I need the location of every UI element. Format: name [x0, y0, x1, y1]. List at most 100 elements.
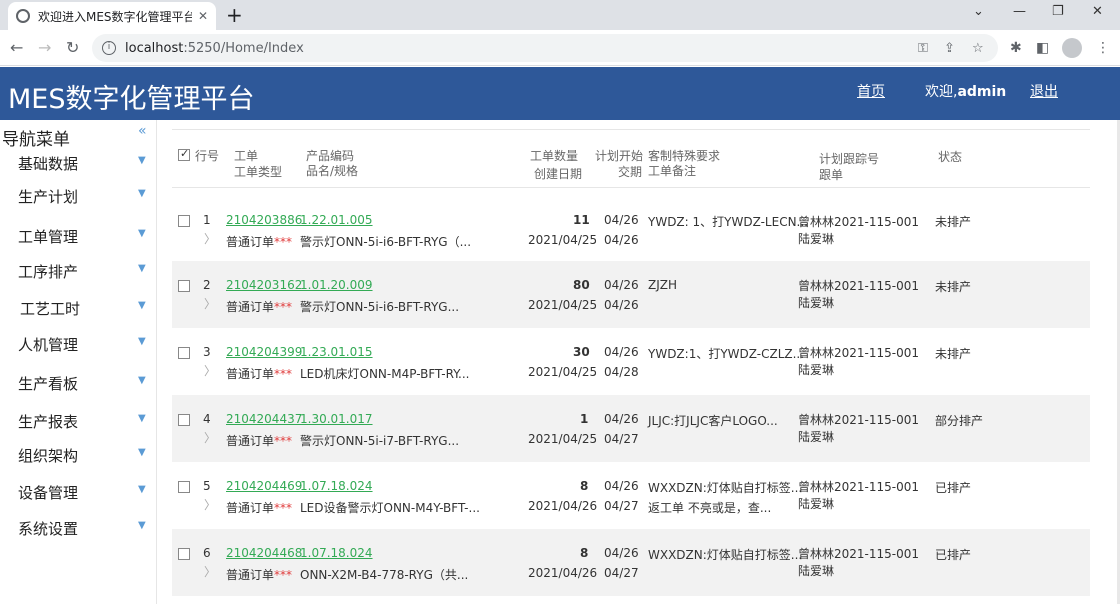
sidebar-item-label: 生产报表 [18, 413, 79, 431]
sidebar-item-label: 组织架构 [18, 447, 79, 465]
key-icon[interactable]: ⚿ [918, 41, 928, 56]
sidebar-title: 导航菜单 [2, 130, 70, 150]
sidebar-item-label: 基础数据 [18, 155, 79, 173]
row-number: 5 [203, 479, 211, 493]
row-checkbox[interactable] [178, 548, 190, 560]
sidebar-item-organization[interactable]: 组织架构 ▼ [0, 445, 157, 469]
product-code-link[interactable]: 1.01.20.009 [300, 278, 373, 292]
order-link[interactable]: 2104204399 [226, 345, 302, 359]
logout-link[interactable]: 退出 [1030, 81, 1058, 101]
browser-tab[interactable]: 欢迎进入MES数字化管理平台 ✕ [8, 2, 216, 30]
work-order-table: 行号 工单 工单类型 产品编码 品名/规格 工单数量 创建日期 计划开始 交期 … [172, 129, 1090, 604]
row-checkbox[interactable] [178, 347, 190, 359]
delivery-date: 04/27 [604, 432, 639, 446]
side-panel-icon[interactable]: ◧ [1036, 40, 1049, 56]
sidebar-item-reports[interactable]: 生产报表 ▼ [0, 411, 157, 435]
order-link[interactable]: 2104203162 [226, 278, 302, 292]
table-row[interactable]: 4 〉 2104204437 普通订单*** 1.30.01.017 警示灯ON… [172, 395, 1090, 462]
product-code-link[interactable]: 1.30.01.017 [300, 412, 373, 426]
window-close-icon[interactable]: ✕ [1092, 4, 1103, 19]
extensions-icon[interactable]: ✱ [1010, 40, 1022, 56]
expand-chevron-icon[interactable]: 〉 [204, 563, 216, 580]
share-icon[interactable]: ⇪ [944, 41, 955, 56]
expand-chevron-icon[interactable]: 〉 [204, 295, 216, 312]
sidebar-item-settings[interactable]: 系统设置 ▼ [0, 518, 157, 542]
order-qty: 8 [580, 546, 589, 560]
back-icon[interactable]: ← [10, 38, 23, 57]
table-row[interactable]: 5 〉 2104204469 普通订单*** 1.07.18.024 LED设备… [172, 462, 1090, 529]
table-row[interactable]: 3 〉 2104204399 普通订单*** 1.23.01.015 LED机床… [172, 328, 1090, 395]
created-date: 2021/04/25 [528, 365, 598, 379]
expand-chevron-icon[interactable]: 〉 [204, 429, 216, 446]
sidebar-item-process-hours[interactable]: 工艺工时 ▼ [0, 298, 157, 322]
sidebar-item-production-plan[interactable]: 生产计划 ▼ [0, 186, 157, 210]
bookmark-star-icon[interactable]: ☆ [972, 41, 984, 56]
order-type: 普通订单*** [226, 233, 292, 250]
product-code-link[interactable]: 1.23.01.015 [300, 345, 373, 359]
sidebar-item-man-machine[interactable]: 人机管理 ▼ [0, 334, 157, 358]
table-row[interactable]: 2 〉 2104203162 普通订单*** 1.01.20.009 警示灯ON… [172, 261, 1090, 328]
order-link[interactable]: 2104204437 [226, 412, 302, 426]
col-tracking: 计划跟踪号 [819, 152, 880, 166]
row-checkbox[interactable] [178, 414, 190, 426]
row-number: 1 [203, 213, 211, 227]
welcome-prefix: 欢迎, [925, 84, 958, 100]
order-qty: 1 [580, 412, 589, 426]
chevron-down-icon: ▼ [138, 155, 146, 166]
sidebar-item-scheduling[interactable]: 工序排产 ▼ [0, 261, 157, 285]
product-code-link[interactable]: 1.07.18.024 [300, 479, 373, 493]
sidebar-item-basic-data[interactable]: 基础数据 ▼ [0, 153, 157, 177]
sidebar-item-label: 生产计划 [18, 188, 79, 206]
order-type: 普通订单*** [226, 499, 292, 516]
sidebar-item-dashboard[interactable]: 生产看板 ▼ [0, 373, 157, 397]
table-row[interactable]: 1 〉 2104203886 普通订单*** 1.22.01.005 警示灯ON… [172, 194, 1090, 261]
row-checkbox[interactable] [178, 481, 190, 493]
chevron-down-icon: ▼ [138, 484, 146, 495]
address-bar[interactable]: i localhost:5250/Home/Index ⚿ ⇪ ☆ [92, 34, 998, 62]
sidebar-item-label: 人机管理 [18, 336, 79, 354]
new-tab-button[interactable]: + [226, 3, 243, 27]
row-checkbox[interactable] [178, 280, 190, 292]
product-code-link[interactable]: 1.22.01.005 [300, 213, 373, 227]
collapse-sidebar-icon[interactable]: « [138, 123, 147, 139]
menu-kebab-icon[interactable]: ⋮ [1096, 40, 1110, 56]
delivery-date: 04/27 [604, 499, 639, 513]
required-mark: *** [274, 367, 293, 381]
expand-chevron-icon[interactable]: 〉 [204, 362, 216, 379]
special-requirement: YWDZ:1、打YWDZ-CZLZ... [648, 347, 805, 361]
tab-search-icon[interactable]: ⌄ [973, 4, 984, 19]
expand-chevron-icon[interactable]: 〉 [204, 230, 216, 247]
special-requirement: JLJC:打JLJC客户LOGO... [648, 414, 778, 428]
forward-icon[interactable]: → [38, 38, 51, 57]
status-text: 未排产 [935, 280, 972, 294]
chevron-down-icon: ▼ [138, 520, 146, 531]
product-code-link[interactable]: 1.07.18.024 [300, 546, 373, 560]
sidebar-item-equipment[interactable]: 设备管理 ▼ [0, 482, 157, 506]
main-content: 行号 工单 工单类型 产品编码 品名/规格 工单数量 创建日期 计划开始 交期 … [157, 120, 1120, 604]
order-link[interactable]: 2104203886 [226, 213, 302, 227]
globe-icon [16, 9, 30, 23]
chevron-down-icon: ▼ [138, 263, 146, 274]
sidebar-item-label: 设备管理 [18, 484, 79, 502]
table-row[interactable]: 6 〉 2104204468 普通订单*** 1.07.18.024 ONN-X… [172, 529, 1090, 596]
order-link[interactable]: 2104204468 [226, 546, 302, 560]
site-info-icon[interactable]: i [102, 41, 116, 55]
row-checkbox[interactable] [178, 215, 190, 227]
sidebar-item-label: 生产看板 [18, 375, 79, 393]
sidebar-item-work-orders[interactable]: 工单管理 ▼ [0, 226, 157, 250]
nav-home-link[interactable]: 首页 [857, 81, 885, 101]
order-link[interactable]: 2104204469 [226, 479, 302, 493]
sidebar-item-label: 工序排产 [18, 263, 79, 281]
minimize-icon[interactable]: — [1013, 4, 1026, 19]
required-mark: *** [274, 300, 293, 314]
chevron-down-icon: ▼ [138, 375, 146, 386]
expand-chevron-icon[interactable]: 〉 [204, 496, 216, 513]
order-qty: 8 [580, 479, 589, 493]
follower: 陆爱琳 [798, 363, 835, 377]
restore-icon[interactable]: ❐ [1052, 4, 1064, 19]
tab-close-icon[interactable]: ✕ [198, 9, 208, 23]
col-created: 创建日期 [534, 167, 583, 181]
select-all-checkbox[interactable] [178, 147, 190, 161]
profile-avatar[interactable] [1062, 38, 1082, 58]
reload-icon[interactable]: ↻ [66, 38, 79, 57]
